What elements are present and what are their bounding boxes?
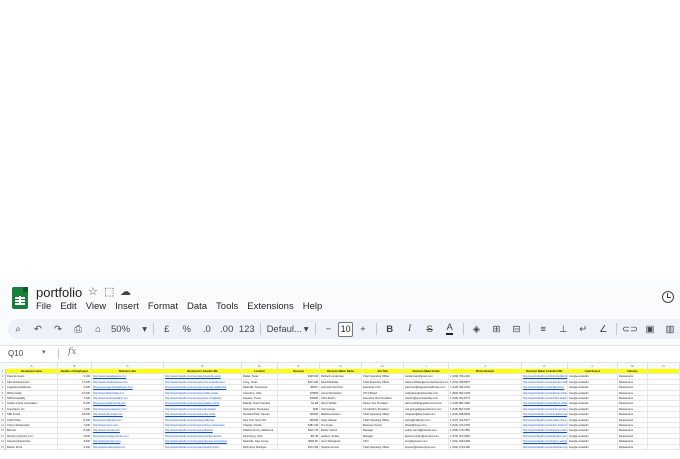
menu-help[interactable]: Help [303,301,323,312]
sheets-app: portfolio ☆ ⬚ ☁ File Edit View Insert Fo… [0,279,680,459]
document-title[interactable]: portfolio [36,285,82,300]
font-size-input[interactable]: 10 [338,321,353,337]
title-bar: portfolio ☆ ⬚ ☁ File Edit View Insert Fo… [0,279,680,317]
font-size-increase-icon[interactable]: + [353,321,373,337]
text-color-button[interactable]: A [440,321,460,337]
star-icon[interactable]: ☆ [88,285,98,298]
italic-button[interactable]: I [400,321,420,337]
table-cell[interactable]: Restaurants [618,444,648,450]
font-size-decrease-icon[interactable]: − [318,321,338,337]
redo-icon[interactable]: ↷ [48,321,68,337]
merge-cells-icon[interactable]: ⊟ [506,321,526,337]
chevron-down-icon[interactable]: ▾ [42,348,46,356]
table-cell[interactable]: Chief Operating Officer [362,444,404,450]
zoom-value: 50% [111,323,131,335]
formula-bar: Q10 ▾ fx [0,345,680,363]
toolbar-divider [375,323,377,335]
table-cell[interactable]: http://www.linkedin.com/company/boston-p… [164,444,242,450]
name-box[interactable]: Q10 [8,349,23,358]
toolbar-divider [616,323,617,335]
table-cell[interactable]: 3,100 [58,444,92,450]
bold-button[interactable]: B [380,321,400,337]
increase-decimal-button[interactable]: .00 [217,321,237,337]
menu-extensions[interactable]: Extensions [247,301,293,312]
toolbar: ⌕ ↶ ↷ ⎙ ⌂ 50% ▾ £ % .0 .00 123 Defaul... ▾… [8,319,680,339]
insert-link-icon[interactable]: ⊂⊃ [620,321,640,337]
currency-format-button[interactable]: £ [157,321,177,337]
text-wrap-icon[interactable]: ↵ [573,321,593,337]
font-select[interactable]: Defaul... ▾ [264,321,312,337]
print-icon[interactable]: ⎙ [68,321,88,337]
toolbar-divider [529,323,531,335]
insert-chart-icon[interactable]: ▥ [660,321,680,337]
menu-file[interactable]: File [36,301,51,312]
toolbar-divider [462,323,464,335]
blank-page-area [0,0,680,279]
text-rotation-icon[interactable]: ∠ [593,321,613,337]
cloud-status-icon[interactable]: ☁ [120,285,131,298]
table-cell[interactable]: shunter@bostonpizza.com [404,444,449,450]
folder-move-icon[interactable]: ⬚ [104,285,114,298]
table-cell[interactable]: Stephen Hunter [320,444,362,450]
spreadsheet-grid[interactable]: ABCDEFGHIJKLMN 1 Restaurant name Number of… [0,363,680,459]
chevron-down-icon: ▾ [142,323,147,335]
table-cell[interactable]: Boston Pizza [6,444,58,450]
table-cell[interactable]: http://www.bostonpizza.com [92,444,164,450]
chevron-down-icon: ▾ [303,323,309,335]
percent-format-button[interactable]: % [177,321,197,337]
paint-format-icon[interactable]: ⌂ [88,321,108,337]
formula-divider [58,349,59,359]
menu-insert[interactable]: Insert [115,301,139,312]
menu-edit[interactable]: Edit [60,301,76,312]
table-cell[interactable]: Richmond, Michigan [242,444,278,450]
sheets-logo-icon[interactable] [12,287,28,309]
table-cell[interactable]: 1 (604) 270-1108 [449,444,522,450]
borders-icon[interactable]: ⊞ [486,321,506,337]
undo-icon[interactable]: ↶ [28,321,48,337]
vertical-align-icon[interactable]: ⊥ [553,321,573,337]
toolbar-divider [314,323,316,335]
table-cell[interactable] [648,444,680,450]
table-row: 15 Boston Pizza 3,100 http://www.bostonpizz… [0,444,680,450]
menu-format[interactable]: Format [148,301,178,312]
fill-color-icon[interactable]: ◈ [466,321,486,337]
menu-bar: File Edit View Insert Format Data Tools … [36,301,322,312]
toolbar-divider [153,323,154,335]
strikethrough-icon[interactable]: S [420,321,440,337]
table-cell[interactable]: http://www.linkedin.com/in/stephen-hunte… [522,444,568,450]
zoom-select[interactable]: 50% ▾ [108,321,150,337]
font-value: Defaul... [266,323,302,335]
decrease-decimal-button[interactable]: .0 [197,321,217,337]
menu-view[interactable]: View [86,301,106,312]
version-history-icon[interactable] [662,291,674,303]
search-icon[interactable]: ⌕ [8,321,28,337]
menu-tools[interactable]: Tools [216,301,238,312]
number-format-button[interactable]: 123 [237,321,257,337]
table-cell[interactable]: $371.5M [278,444,320,450]
fx-icon: fx [68,347,77,357]
menu-data[interactable]: Data [187,301,207,312]
horizontal-align-icon[interactable]: ≡ [533,321,553,337]
table-cell[interactable]: Google+Linkedin [568,444,618,450]
text-color-label: A [446,322,453,335]
toolbar-divider [259,323,261,335]
insert-comment-icon[interactable]: ▣ [640,321,660,337]
